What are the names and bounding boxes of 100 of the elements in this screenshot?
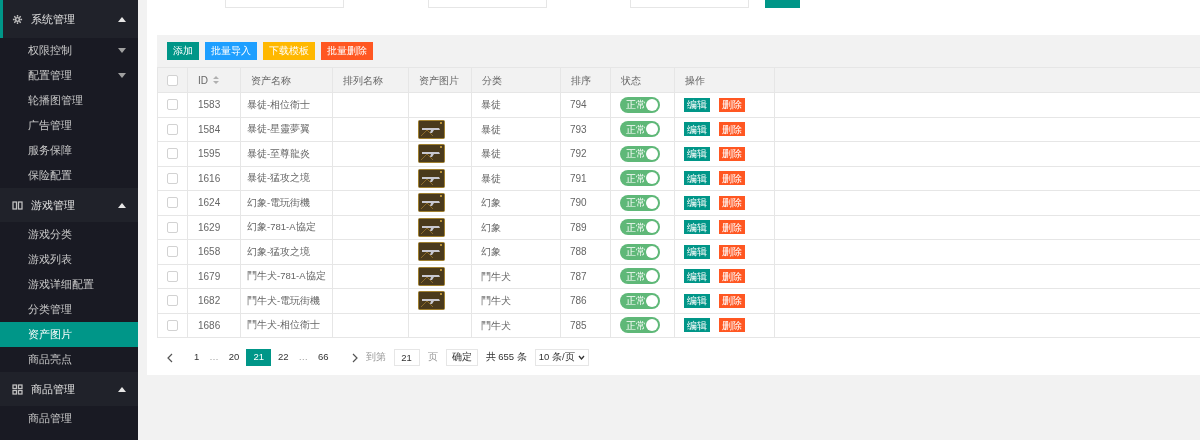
- status-switch[interactable]: 正常: [620, 268, 660, 285]
- checkbox[interactable]: [167, 197, 178, 209]
- menu-group-label: 游戏管理: [31, 197, 76, 213]
- checkbox[interactable]: [167, 221, 178, 233]
- checkbox[interactable]: [167, 295, 178, 307]
- edit-button[interactable]: 编辑: [684, 293, 710, 308]
- status-switch[interactable]: 正常: [620, 170, 660, 187]
- search-field[interactable]: [428, 0, 547, 8]
- sort-icon[interactable]: [213, 76, 219, 84]
- page-link[interactable]: 21: [246, 349, 271, 366]
- table-cell-text: 暴徒: [481, 147, 501, 162]
- chevron-right-icon[interactable]: [351, 352, 358, 363]
- edit-button[interactable]: 编辑: [684, 220, 710, 235]
- column-header: 分类: [482, 73, 502, 88]
- checkbox[interactable]: [167, 270, 178, 282]
- gun-thumbnail: [418, 242, 445, 262]
- table-cell-text: 1584: [198, 122, 221, 137]
- menu-item[interactable]: 商品管理: [0, 406, 138, 431]
- table-cell-text: 794: [570, 98, 587, 113]
- checkbox[interactable]: [167, 74, 178, 86]
- edit-button[interactable]: 编辑: [684, 195, 710, 210]
- menu-item[interactable]: 轮播图管理: [0, 88, 138, 113]
- delete-button[interactable]: 删除: [719, 244, 745, 259]
- status-switch[interactable]: 正常: [620, 121, 660, 138]
- chevron-left-icon[interactable]: [167, 352, 173, 363]
- menu-item[interactable]: 资产图片: [0, 322, 138, 347]
- toolbar-button[interactable]: 批量导入: [205, 42, 257, 60]
- table-cell: 鬥牛犬-781-A協定: [247, 269, 326, 284]
- edit-button[interactable]: 编辑: [684, 318, 710, 333]
- table-cell: 暴徒-猛攻之境: [247, 171, 311, 186]
- delete-button[interactable]: 删除: [719, 195, 745, 210]
- status-switch[interactable]: 正常: [620, 219, 660, 236]
- menu-group[interactable]: 商品管理: [0, 372, 138, 406]
- table-cell-text: 鬥牛犬: [481, 318, 511, 333]
- table-cell-text: 鬥牛犬: [481, 269, 511, 284]
- gun-thumbnail: [418, 217, 445, 237]
- menu-item[interactable]: 游戏列表: [0, 247, 138, 272]
- table-cell-text: 789: [570, 220, 587, 235]
- menu-item[interactable]: 服务保障: [0, 138, 138, 163]
- edit-button[interactable]: 编辑: [684, 97, 710, 112]
- menu-item[interactable]: 权限控制: [0, 38, 138, 63]
- gun-thumbnail: [418, 119, 445, 139]
- checkbox[interactable]: [167, 99, 178, 111]
- table-cell-text: 暴徒: [481, 98, 501, 113]
- page-size-select[interactable]: 10 条/页: [534, 349, 589, 366]
- column-header: ID: [198, 73, 208, 88]
- search-button[interactable]: [765, 0, 800, 8]
- edit-button[interactable]: 编辑: [684, 171, 710, 186]
- status-switch[interactable]: 正常: [620, 194, 660, 211]
- page-input[interactable]: 21: [393, 349, 420, 366]
- delete-button[interactable]: 删除: [719, 146, 745, 161]
- table-cell-text: 1616: [198, 171, 221, 186]
- table-cell-text: 暴徒: [481, 122, 501, 137]
- table-cell-text: 791: [570, 171, 587, 186]
- toolbar-button[interactable]: 批量删除: [321, 42, 373, 60]
- menu-item[interactable]: 分类管理: [0, 297, 138, 322]
- menu-item[interactable]: 配置管理: [0, 63, 138, 88]
- status-switch[interactable]: 正常: [620, 317, 660, 334]
- page-unit: 页: [427, 350, 438, 365]
- checkbox[interactable]: [167, 319, 178, 331]
- checkbox[interactable]: [167, 246, 178, 258]
- column-header: 状态: [621, 73, 641, 88]
- status-switch[interactable]: 正常: [620, 243, 660, 260]
- table-cell: 暴徒-至尊龍炎: [247, 146, 311, 161]
- delete-button[interactable]: 删除: [719, 220, 745, 235]
- edit-button[interactable]: 编辑: [684, 244, 710, 259]
- table-cell-text: 792: [570, 147, 587, 162]
- menu-item[interactable]: 广告管理: [0, 113, 138, 138]
- table-cell: 鬥牛犬-電玩街機: [247, 293, 321, 308]
- delete-button[interactable]: 删除: [719, 122, 745, 137]
- menu-item[interactable]: 游戏分类: [0, 222, 138, 247]
- menu-group[interactable]: 系统管理: [0, 0, 138, 38]
- menu-item[interactable]: 商品亮点: [0, 347, 138, 372]
- status-switch[interactable]: 正常: [620, 96, 660, 113]
- delete-button[interactable]: 删除: [719, 171, 745, 186]
- table-cell-text: 1629: [198, 220, 221, 235]
- search-field[interactable]: [630, 0, 749, 8]
- edit-button[interactable]: 编辑: [684, 269, 710, 284]
- delete-button[interactable]: 删除: [719, 293, 745, 308]
- toolbar-button[interactable]: 添加: [167, 42, 199, 60]
- delete-button[interactable]: 删除: [719, 97, 745, 112]
- edit-button[interactable]: 编辑: [684, 122, 710, 137]
- confirm-button[interactable]: 确定: [445, 349, 478, 366]
- page-ellipsis: …: [208, 350, 220, 365]
- delete-button[interactable]: 删除: [719, 318, 745, 333]
- checkbox[interactable]: [167, 148, 178, 160]
- table-cell: 幻象-781-A協定: [247, 220, 316, 235]
- menu-group[interactable]: 游戏管理: [0, 188, 138, 222]
- delete-button[interactable]: 删除: [719, 269, 745, 284]
- status-switch[interactable]: 正常: [620, 145, 660, 162]
- gun-thumbnail: [418, 144, 445, 164]
- columns-icon: [12, 200, 23, 210]
- search-field[interactable]: [225, 0, 344, 8]
- checkbox[interactable]: [167, 172, 178, 184]
- edit-button[interactable]: 编辑: [684, 146, 710, 161]
- menu-item[interactable]: 保险配置: [0, 163, 138, 188]
- menu-item[interactable]: 游戏详细配置: [0, 272, 138, 297]
- checkbox[interactable]: [167, 123, 178, 135]
- status-switch[interactable]: 正常: [620, 292, 660, 309]
- table-cell-text: 1682: [198, 294, 221, 309]
